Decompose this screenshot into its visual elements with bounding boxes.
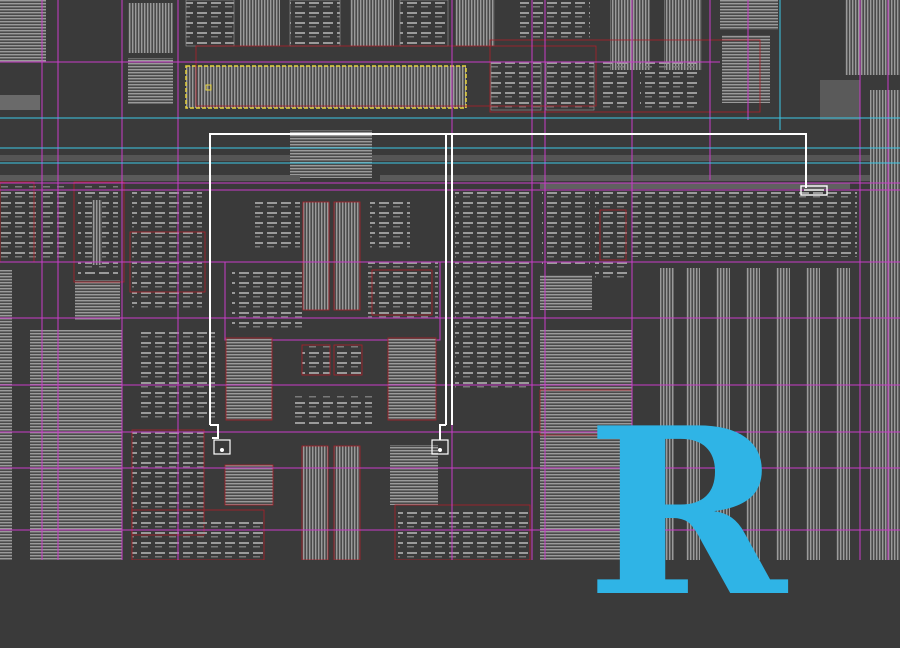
selected-region — [185, 65, 467, 109]
chip-layout-view — [0, 0, 900, 560]
